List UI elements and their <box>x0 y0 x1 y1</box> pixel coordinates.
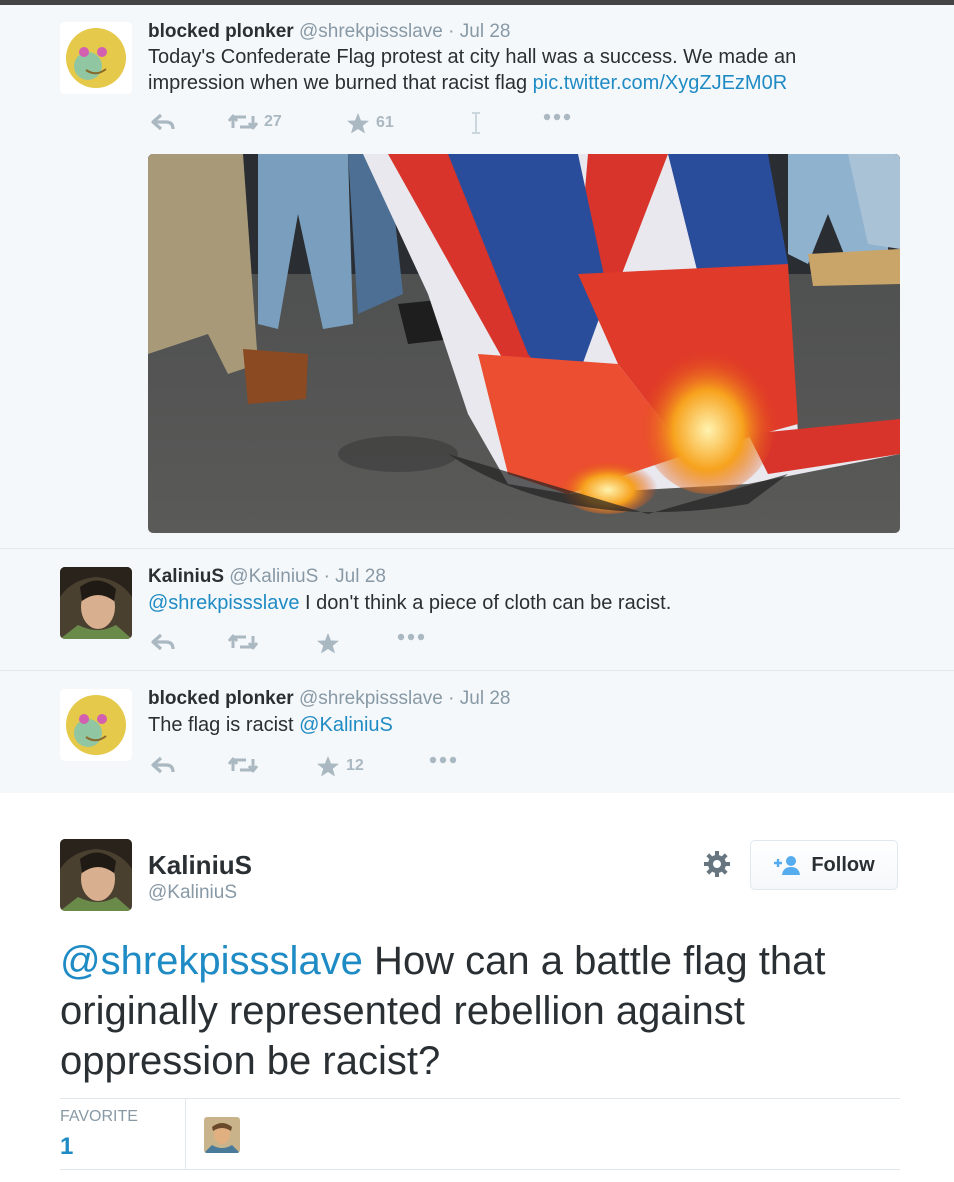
tweet-actions: 12 <box>148 755 608 779</box>
tweet-text: Today's Confederate Flag protest at city… <box>148 44 868 96</box>
follow-button[interactable]: Follow <box>750 840 898 890</box>
tweet-header: KaliniuS @KaliniuS · Jul 28 <box>148 566 386 588</box>
retweet-icon <box>228 757 258 773</box>
settings-button[interactable] <box>703 850 731 883</box>
media-link[interactable]: pic.twitter.com/XygZJEzM0R <box>533 72 788 94</box>
favorite-button[interactable] <box>316 632 340 654</box>
tweet-handle[interactable]: @shrekpissslave <box>299 688 443 709</box>
retweet-icon <box>228 634 258 650</box>
permalink-tweet: KaliniuS @KaliniuS Follow @shrekpissslav… <box>0 793 954 1182</box>
more-icon <box>429 756 457 764</box>
tweet-handle[interactable]: @shrekpissslave <box>299 21 443 42</box>
retweet-button[interactable]: 27 <box>228 112 282 132</box>
retweet-count: 27 <box>264 113 282 130</box>
more-icon <box>397 633 425 641</box>
tweet-text: The flag is racist @KaliniuS <box>148 712 868 738</box>
tweet[interactable]: blocked plonker @shrekpissslave · Jul 28… <box>0 671 954 794</box>
favorite-button[interactable]: 12 <box>316 755 364 777</box>
tweet-media-photo[interactable] <box>148 154 900 533</box>
stats-divider <box>185 1099 186 1169</box>
gear-icon <box>704 851 730 877</box>
tweet-handle[interactable]: @KaliniuS <box>229 566 318 587</box>
cursor-icon <box>472 112 480 134</box>
favorite-count: 61 <box>376 114 394 131</box>
favorite-stat-count[interactable]: 1 <box>60 1133 73 1161</box>
tweet[interactable]: KaliniuS @KaliniuS · Jul 28 @shrekpisssl… <box>0 549 954 671</box>
text-cursor-marker <box>470 112 482 134</box>
more-icon <box>543 113 571 121</box>
follow-label: Follow <box>811 853 875 876</box>
reply-icon <box>151 113 175 131</box>
tweet-fullname[interactable]: KaliniuS <box>148 566 224 587</box>
reply-icon <box>151 756 175 774</box>
tweet-actions <box>148 632 608 656</box>
reply-button[interactable] <box>150 632 176 652</box>
tweet-fullname[interactable]: blocked plonker <box>148 21 294 42</box>
mention-link[interactable]: @KaliniuS <box>299 714 393 736</box>
tweet-date[interactable]: · Jul 28 <box>448 21 510 42</box>
follow-icon <box>774 856 801 875</box>
reply-button[interactable] <box>150 755 176 775</box>
tweet-stats: FAVORITE 1 <box>60 1098 900 1170</box>
author-fullname[interactable]: KaliniuS <box>148 850 252 881</box>
retweet-button[interactable] <box>228 755 258 775</box>
mention-link[interactable]: @shrekpissslave <box>148 592 299 614</box>
favorite-icon <box>317 633 339 654</box>
tweet-text: @shrekpissslave How can a battle flag th… <box>60 936 900 1086</box>
reply-button[interactable] <box>150 112 176 132</box>
retweet-button[interactable] <box>228 632 258 652</box>
reply-icon <box>151 633 175 651</box>
favorite-count: 12 <box>346 757 364 774</box>
tweet-text-body: The flag is racist <box>148 714 300 736</box>
avatar[interactable] <box>60 839 132 911</box>
avatar[interactable] <box>60 22 132 94</box>
conversation-thread: blocked plonker @shrekpissslave · Jul 28… <box>0 5 954 794</box>
tweet-header: blocked plonker @shrekpissslave · Jul 28 <box>148 21 510 43</box>
tweet[interactable]: blocked plonker @shrekpissslave · Jul 28… <box>0 5 954 549</box>
author-handle[interactable]: @KaliniuS <box>148 882 237 904</box>
tweet-actions: 27 61 <box>148 112 608 136</box>
tweet-fullname[interactable]: blocked plonker <box>148 688 294 709</box>
tweet-date[interactable]: · Jul 28 <box>324 566 386 587</box>
tweet-header: blocked plonker @shrekpissslave · Jul 28 <box>148 688 510 710</box>
avatar[interactable] <box>60 567 132 639</box>
favorite-icon <box>317 756 339 777</box>
tweet-date[interactable]: · Jul 28 <box>448 688 510 709</box>
mention-link[interactable]: @shrekpissslave <box>60 939 363 983</box>
more-button[interactable] <box>542 112 572 122</box>
favoriter-avatar[interactable] <box>204 1117 240 1153</box>
favorite-icon <box>347 113 369 134</box>
avatar[interactable] <box>60 689 132 761</box>
favorite-button[interactable]: 61 <box>346 112 394 134</box>
more-button[interactable] <box>396 632 426 642</box>
favorite-stat-label: FAVORITE <box>60 1108 138 1125</box>
tweet-text: @shrekpissslave I don't think a piece of… <box>148 590 868 616</box>
more-button[interactable] <box>428 755 458 765</box>
retweet-icon <box>228 114 258 130</box>
tweet-text-body: I don't think a piece of cloth can be ra… <box>299 592 672 614</box>
